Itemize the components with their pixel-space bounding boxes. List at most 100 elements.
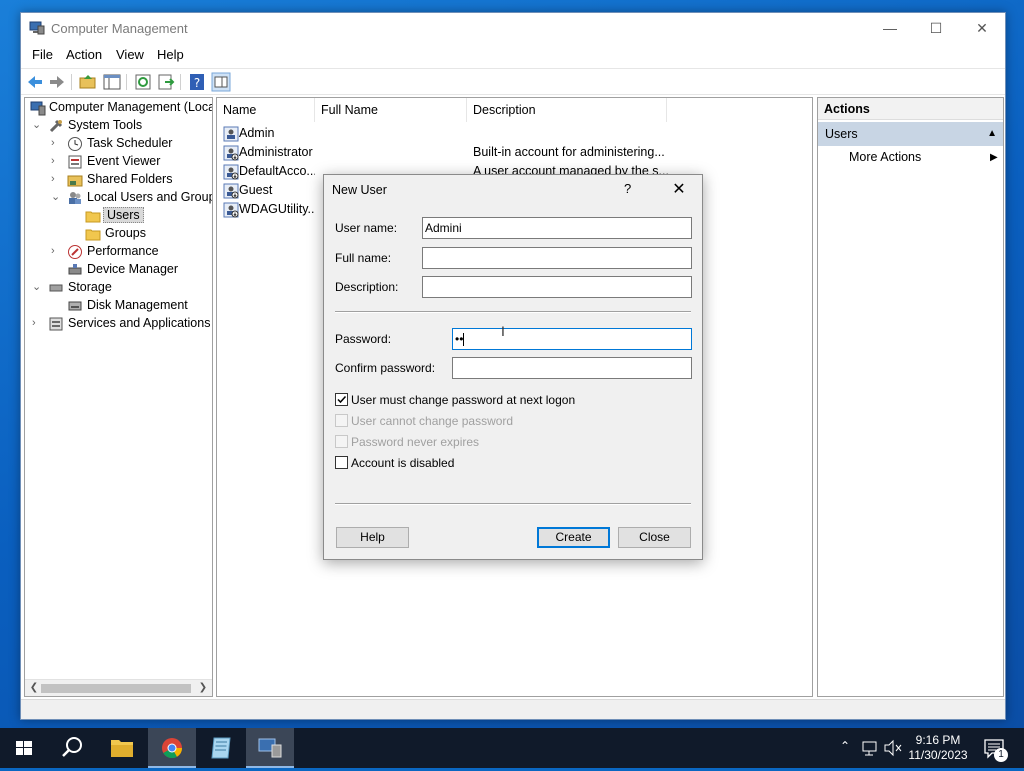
chevron-right-icon[interactable]: › (51, 245, 61, 257)
user-disabled-icon (223, 202, 239, 218)
show-hide-console-tree-icon[interactable] (102, 72, 122, 92)
up-folder-icon[interactable] (78, 72, 98, 92)
list-item[interactable]: Administrator Built-in account for admin… (217, 143, 812, 162)
forward-arrow-icon[interactable] (47, 72, 67, 92)
column-header-name[interactable]: Name (217, 98, 315, 122)
submenu-arrow-icon: ▶ (990, 152, 998, 163)
computer-management-icon (30, 101, 46, 116)
confirm-password-field[interactable] (452, 357, 692, 379)
computer-management-taskbar-button[interactable] (246, 728, 294, 768)
menu-help[interactable]: Help (157, 47, 184, 62)
search-icon (62, 737, 82, 757)
password-field[interactable]: •• (452, 328, 692, 350)
must-change-password-label[interactable]: User must change password at next logon (351, 393, 575, 407)
folder-icon (85, 211, 101, 223)
more-actions-link[interactable]: More Actions (849, 150, 921, 164)
checkmark-icon (337, 395, 347, 404)
show-hide-action-pane-icon[interactable] (211, 72, 231, 92)
title-bar[interactable]: Computer Management — ☐ ✕ (21, 13, 1005, 44)
separator (335, 311, 691, 313)
action-center-button[interactable]: 1 (978, 728, 1014, 768)
collapse-arrow-icon[interactable]: ▲ (987, 122, 997, 146)
help-button[interactable]: Help (336, 527, 409, 548)
user-disabled-icon (223, 183, 239, 199)
actions-section-users[interactable]: Users ▲ (818, 122, 1003, 146)
text-caret (463, 333, 465, 347)
dialog-close-icon[interactable]: ✕ (664, 178, 694, 202)
description-label: Description: (335, 280, 399, 294)
account-disabled-label[interactable]: Account is disabled (351, 456, 454, 470)
folder-icon (85, 229, 101, 241)
column-header-description[interactable]: Description (467, 98, 667, 122)
file-explorer-button[interactable] (98, 728, 146, 768)
volume-tray[interactable] (882, 728, 904, 768)
password-never-expires-checkbox[interactable] (335, 435, 348, 448)
chrome-button[interactable] (148, 728, 196, 768)
maximize-button[interactable]: ☐ (913, 13, 959, 44)
close-button[interactable]: Close (618, 527, 691, 548)
scroll-right-arrow-icon[interactable]: ❯ (196, 681, 210, 695)
chevron-down-icon[interactable]: ⌄ (32, 281, 42, 293)
fullname-field[interactable] (422, 247, 692, 269)
username-label: User name: (335, 221, 398, 235)
services-icon (49, 317, 63, 331)
description-field[interactable] (422, 276, 692, 298)
menu-view[interactable]: View (116, 47, 144, 62)
toolbar-separator (71, 74, 72, 90)
must-change-password-checkbox[interactable] (335, 393, 348, 406)
tools-icon (49, 119, 63, 133)
console-tree: Computer Management (Local ⌄ System Tool… (24, 97, 213, 697)
list-item[interactable]: Admin (217, 124, 812, 143)
scrollbar-thumb[interactable] (41, 684, 191, 693)
chevron-right-icon[interactable]: › (51, 155, 61, 167)
chrome-icon (162, 738, 183, 759)
close-window-button[interactable]: ✕ (959, 13, 1005, 44)
actions-pane: Actions Users ▲ More Actions ▶ (817, 97, 1004, 697)
cannot-change-password-checkbox[interactable] (335, 414, 348, 427)
fullname-label: Full name: (335, 251, 392, 265)
start-button[interactable] (0, 728, 48, 768)
account-disabled-checkbox[interactable] (335, 456, 348, 469)
password-label: Password: (335, 332, 392, 346)
event-viewer-icon (68, 155, 82, 169)
clock[interactable]: 9:16 PM 11/30/2023 (906, 733, 970, 763)
device-manager-icon (68, 264, 82, 275)
refresh-icon[interactable] (133, 72, 153, 92)
notification-icon (984, 739, 1004, 759)
shared-folder-icon (67, 175, 83, 187)
file-explorer-icon (111, 740, 133, 757)
notepad-icon (211, 737, 231, 759)
password-never-expires-label: Password never expires (351, 435, 480, 449)
network-tray[interactable] (860, 728, 880, 768)
tree-horizontal-scrollbar[interactable]: ❮ ❯ (25, 679, 212, 696)
create-button[interactable]: Create (537, 527, 610, 548)
mouse-ibeam-cursor-icon: I (501, 323, 505, 339)
minimize-button[interactable]: — (867, 13, 913, 44)
chevron-down-icon[interactable]: ⌄ (32, 119, 42, 131)
taskbar: ⌃ 9:16 PM 11/30/2023 1 (0, 728, 1024, 768)
clock-date: 11/30/2023 (908, 748, 968, 762)
search-button[interactable] (48, 728, 96, 768)
menu-file[interactable]: File (32, 47, 53, 62)
export-list-icon[interactable] (156, 72, 176, 92)
show-hidden-icons-button[interactable]: ⌃ (836, 728, 856, 768)
svg-text:?: ? (194, 76, 200, 90)
scroll-left-arrow-icon[interactable]: ❮ (27, 681, 41, 695)
network-icon (862, 741, 877, 756)
storage-icon (49, 284, 63, 292)
back-arrow-icon[interactable] (25, 72, 45, 92)
chevron-down-icon[interactable]: ⌄ (51, 191, 61, 203)
disk-management-icon (68, 301, 82, 311)
context-help-button[interactable]: ? (624, 181, 631, 196)
notepad-button[interactable] (198, 728, 246, 768)
help-icon[interactable]: ? (187, 72, 207, 92)
chevron-right-icon[interactable]: › (32, 317, 42, 329)
computer-management-icon (258, 738, 282, 758)
menu-action[interactable]: Action (66, 47, 102, 62)
username-field[interactable]: Admini (422, 217, 692, 239)
column-header-full-name[interactable]: Full Name (315, 98, 467, 122)
window-title: Computer Management (51, 21, 188, 36)
chevron-right-icon[interactable]: › (51, 137, 61, 149)
toolbar: ? (21, 68, 1005, 95)
chevron-right-icon[interactable]: › (51, 173, 61, 185)
